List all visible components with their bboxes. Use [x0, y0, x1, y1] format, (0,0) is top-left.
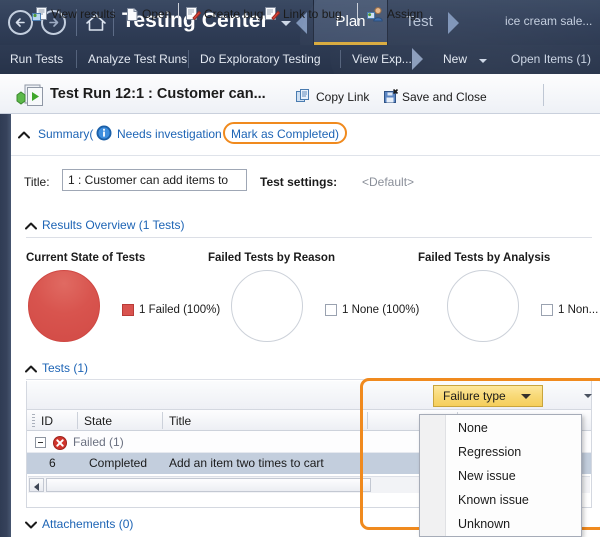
- test-settings-value: <Default>: [362, 175, 414, 189]
- menu-item-known-issue[interactable]: Known issue: [446, 488, 582, 512]
- failed-error-icon: [53, 436, 67, 450]
- subnav-item-view-exp[interactable]: View Exp...: [352, 52, 412, 66]
- grid-column-grip[interactable]: [32, 414, 35, 427]
- testing-center-window: Testing Center Plan Test ice cream sale.…: [0, 0, 600, 537]
- results-overview-divider: [26, 237, 592, 238]
- view-results-button[interactable]: View results: [51, 7, 115, 21]
- title-label: Title:: [24, 175, 50, 189]
- legend-swatch-none: [325, 304, 337, 316]
- back-button[interactable]: [8, 10, 33, 35]
- subnav-scroll-right-icon[interactable]: [412, 48, 423, 70]
- subnav-item-new[interactable]: New: [443, 52, 467, 66]
- chevron-down-icon[interactable]: [281, 21, 291, 26]
- cell-title: Add an item two times to cart: [169, 456, 324, 470]
- dropdown-gutter: [420, 415, 445, 536]
- cell-id: 6: [49, 456, 56, 470]
- subnav-divider-2: [188, 50, 189, 68]
- pie-chart-failed-by-analysis: [447, 270, 519, 342]
- chart-legend: 1 Failed (100%): [122, 304, 220, 316]
- toolbar-divider-2: [357, 3, 358, 25]
- column-header-title[interactable]: Title: [169, 414, 191, 428]
- menu-item-unknown[interactable]: Unknown: [446, 512, 582, 536]
- tests-divider: [26, 379, 592, 380]
- copy-link-button[interactable]: Copy Link: [316, 90, 369, 104]
- assign-user-icon: [367, 6, 383, 22]
- test-run-icon: [16, 84, 44, 108]
- chevron-up-icon-tests[interactable]: [25, 365, 37, 373]
- open-icon: [124, 6, 140, 22]
- arrow-left-circle-icon: [13, 15, 28, 30]
- legend-label: 1 Failed (100%): [139, 304, 220, 316]
- failure-type-dropdown-menu: None Regression New issue Known issue Un…: [419, 414, 582, 537]
- header-divider: [543, 84, 544, 106]
- group-collapse-toggle[interactable]: [35, 437, 46, 448]
- attachements-section-label[interactable]: Attachements (0): [42, 517, 133, 531]
- project-name[interactable]: ice cream sale...: [505, 14, 592, 28]
- needs-investigation-link[interactable]: Needs investigation: [117, 127, 222, 141]
- column-divider-2[interactable]: [162, 412, 163, 429]
- work-item-title: Test Run 12:1 : Customer can...: [50, 86, 266, 102]
- chevron-up-icon-results-overview[interactable]: [25, 222, 37, 230]
- column-divider[interactable]: [77, 412, 78, 429]
- create-bug-icon: [185, 6, 201, 22]
- failure-type-label: Failure type: [443, 389, 506, 403]
- menu-item-new-issue[interactable]: New issue: [446, 464, 582, 488]
- chart-title: Current State of Tests: [26, 252, 145, 264]
- create-bug-button[interactable]: Create bug: [204, 7, 263, 21]
- link-to-bug-icon: [264, 6, 280, 22]
- title-input[interactable]: [62, 169, 247, 191]
- results-overview-label[interactable]: Results Overview (1 Tests): [42, 218, 184, 232]
- toolbar-overflow-icon[interactable]: [584, 394, 592, 398]
- subnav-item-run-tests[interactable]: Run Tests: [10, 52, 63, 66]
- scroll-left-button[interactable]: [29, 478, 44, 492]
- column-header-id[interactable]: ID: [41, 414, 53, 428]
- info-icon: [96, 125, 112, 141]
- chart-title-2: Failed Tests by Reason: [208, 252, 335, 264]
- chevron-up-icon-summary[interactable]: [18, 131, 30, 139]
- sub-navigation-bar: Run Tests Analyze Test Runs Do Explorato…: [0, 45, 600, 74]
- summary-label[interactable]: Summary(: [38, 127, 93, 141]
- legend-label-2: 1 None (100%): [342, 304, 419, 316]
- left-rail: [0, 74, 11, 537]
- pie-chart-current-state: [28, 270, 100, 342]
- cell-state: Completed: [89, 456, 147, 470]
- chart-legend-3: 1 Non...: [541, 304, 598, 316]
- tests-section-label[interactable]: Tests (1): [42, 361, 88, 375]
- pie-chart-failed-by-reason: [231, 270, 303, 342]
- column-divider-3[interactable]: [367, 412, 368, 429]
- arrow-left-icon: [34, 483, 39, 491]
- group-row-label: Failed (1): [73, 435, 124, 449]
- subnav-divider: [76, 50, 77, 68]
- subnav-item-do-exploratory-testing[interactable]: Do Exploratory Testing: [200, 52, 321, 66]
- column-header-state[interactable]: State: [84, 414, 112, 428]
- subnav-item-open-items[interactable]: Open Items (1): [511, 52, 591, 66]
- open-button[interactable]: Open: [142, 7, 171, 21]
- chart-title-3: Failed Tests by Analysis: [418, 252, 550, 264]
- legend-swatch-failed: [122, 304, 134, 316]
- subnav-divider-3: [340, 50, 341, 68]
- test-settings-label: Test settings:: [260, 175, 337, 189]
- menu-item-regression[interactable]: Regression: [446, 440, 582, 464]
- menu-item-none[interactable]: None: [446, 416, 582, 440]
- legend-swatch-none-2: [541, 304, 553, 316]
- copy-link-icon: [296, 89, 311, 104]
- tabs-scroll-right-icon[interactable]: [448, 12, 459, 34]
- save-and-close-icon: [384, 89, 399, 104]
- save-and-close-button[interactable]: Save and Close: [402, 90, 487, 104]
- mark-as-completed-link[interactable]: Mark as Completed): [231, 127, 339, 141]
- legend-label-3: 1 Non...: [558, 304, 598, 316]
- subnav-item-analyze-test-runs[interactable]: Analyze Test Runs: [88, 52, 187, 66]
- chevron-down-icon-new[interactable]: [479, 59, 487, 63]
- chevron-down-icon-failure-type[interactable]: [521, 394, 531, 399]
- view-results-icon: [32, 6, 48, 22]
- toolbar-divider: [178, 3, 179, 25]
- chevron-down-icon-attachements[interactable]: [25, 521, 37, 529]
- chart-legend-2: 1 None (100%): [325, 304, 419, 316]
- link-to-bug-button[interactable]: Link to bug: [283, 7, 342, 21]
- scrollbar-thumb[interactable]: [46, 478, 371, 492]
- assign-button[interactable]: Assign: [387, 7, 423, 21]
